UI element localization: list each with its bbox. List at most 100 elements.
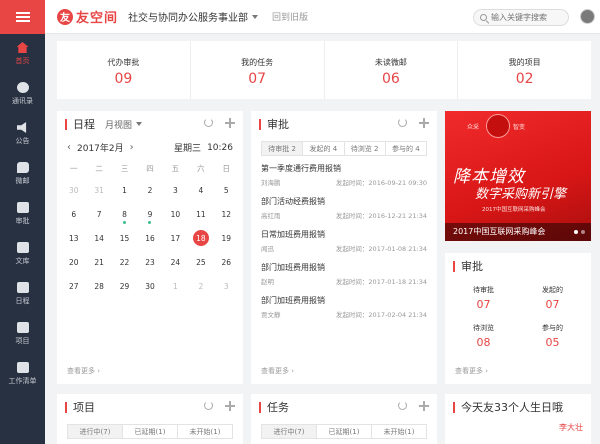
banner-caption: 2017中国互联网采购峰会 <box>445 223 591 241</box>
department-selector[interactable]: 社交与协同办公服务事业部 <box>128 9 259 24</box>
summary-more-link[interactable]: 查看更多 › <box>455 366 488 376</box>
promo-banner[interactable]: 众采 智变 降本增效 数字采购新引擎 2017中国互联网采购峰会 2017中国互… <box>445 111 591 241</box>
refresh-icon[interactable] <box>204 118 213 127</box>
calendar-day[interactable]: 31 <box>86 178 111 202</box>
add-icon[interactable] <box>225 401 235 411</box>
stat-pending-approval[interactable]: 代办审批 09 <box>57 41 191 99</box>
calendar-day[interactable]: 30 <box>137 274 162 298</box>
stat-unread-mail[interactable]: 未读微邮 06 <box>325 41 459 99</box>
sidebar-item-schedule[interactable]: 日程 <box>0 274 45 314</box>
list-item[interactable]: 部门活动经费报销 高红雨 发起时间：2016-12-21 21:34 <box>251 189 437 222</box>
avatar[interactable] <box>580 9 595 24</box>
carousel-dot[interactable] <box>574 230 578 234</box>
stat-my-projects[interactable]: 我的项目 02 <box>458 41 591 99</box>
summary-participated[interactable]: 参与的 05 <box>518 323 587 361</box>
logo-mark-icon: 友 <box>57 8 73 25</box>
logo[interactable]: 友 友空间 <box>57 7 118 26</box>
sidebar-item-approval[interactable]: 审批 <box>0 194 45 234</box>
calendar-day[interactable]: 24 <box>163 250 188 274</box>
list-item[interactable]: 部门加班费用报销 贾文静 发起时间：2017-02-04 21:34 <box>251 288 437 321</box>
calendar-more-link[interactable]: 查看更多 › <box>67 366 100 376</box>
tab-pending[interactable]: 待审批 2 <box>261 141 304 156</box>
calendar-day[interactable]: 30 <box>61 178 86 202</box>
list-item[interactable]: 日常加班费用报销 闻迅 发起时间：2017-01-08 21:34 <box>251 222 437 255</box>
list-item[interactable]: 部门加班费用报销 赵明 发起时间：2017-01-18 21:34 <box>251 255 437 288</box>
tab-delayed[interactable]: 已延期(1) <box>123 424 178 439</box>
tab-in-progress[interactable]: 进行中(7) <box>261 424 317 439</box>
search-box[interactable] <box>473 9 569 26</box>
calendar-day[interactable]: 20 <box>61 250 86 274</box>
calendar-day-today[interactable]: 18 <box>188 226 213 250</box>
calendar-day[interactable]: 16 <box>137 226 162 250</box>
sidebar-item-contacts[interactable]: 通讯录 <box>0 74 45 114</box>
add-icon[interactable] <box>225 118 235 128</box>
calendar-day[interactable]: 22 <box>112 250 137 274</box>
item-time: 发起时间：2017-02-04 21:34 <box>335 311 427 319</box>
calendar-day[interactable]: 3 <box>163 178 188 202</box>
tab-delayed[interactable]: 已延期(1) <box>317 424 372 439</box>
sidebar-item-mail[interactable]: 微邮 <box>0 154 45 194</box>
tab-not-started[interactable]: 未开始(1) <box>372 424 427 439</box>
tab-in-progress[interactable]: 进行中(7) <box>67 424 123 439</box>
list-item[interactable]: 第一季度通行费用报销 刘海鹏 发起时间：2016-09-21 09:30 <box>251 156 437 189</box>
summary-to-browse[interactable]: 待浏览 08 <box>449 323 518 361</box>
calendar-day[interactable]: 3 <box>214 274 239 298</box>
back-to-old-link[interactable]: 回到旧版 <box>272 10 308 23</box>
calendar-day[interactable]: 2 <box>137 178 162 202</box>
calendar-day[interactable]: 2 <box>188 274 213 298</box>
worklist-icon <box>16 362 29 373</box>
stat-my-tasks[interactable]: 我的任务 07 <box>191 41 325 99</box>
next-month-button[interactable]: › <box>130 142 134 153</box>
add-icon[interactable] <box>419 118 429 128</box>
calendar-day[interactable]: 1 <box>112 178 137 202</box>
carousel-dot[interactable] <box>581 230 585 234</box>
sidebar-item-library[interactable]: 文库 <box>0 234 45 274</box>
sidebar-item-projects[interactable]: 项目 <box>0 314 45 354</box>
calendar-day[interactable]: 6 <box>61 202 86 226</box>
add-icon[interactable] <box>419 401 429 411</box>
calendar-day[interactable]: 12 <box>214 202 239 226</box>
tab-to-browse[interactable]: 待浏览 2 <box>344 141 386 156</box>
calendar-day[interactable]: 23 <box>137 250 162 274</box>
calendar-day[interactable]: 4 <box>188 178 213 202</box>
prev-month-button[interactable]: ‹ <box>67 142 71 153</box>
calendar-day[interactable]: 17 <box>163 226 188 250</box>
menu-toggle-button[interactable] <box>0 0 45 34</box>
calendar-day[interactable]: 5 <box>214 178 239 202</box>
calendar-day[interactable]: 29 <box>112 274 137 298</box>
refresh-icon[interactable] <box>398 401 407 410</box>
tab-participated[interactable]: 参与的 4 <box>385 141 427 156</box>
sidebar-item-worklist[interactable]: 工作清单 <box>0 354 45 394</box>
view-selector[interactable]: 月视图 <box>105 118 143 131</box>
calendar-day[interactable]: 26 <box>214 250 239 274</box>
calendar-day[interactable]: 25 <box>188 250 213 274</box>
calendar-day[interactable]: 13 <box>61 226 86 250</box>
calendar-day[interactable]: 10 <box>163 202 188 226</box>
refresh-icon[interactable] <box>398 118 407 127</box>
summary-initiated[interactable]: 发起的 07 <box>518 285 587 323</box>
calendar-day[interactable]: 19 <box>214 226 239 250</box>
refresh-icon[interactable] <box>204 401 213 410</box>
calendar-day[interactable]: 7 <box>86 202 111 226</box>
tab-not-started[interactable]: 未开始(1) <box>178 424 233 439</box>
search-input[interactable] <box>491 13 567 22</box>
summary-pending[interactable]: 待审批 07 <box>449 285 518 323</box>
calendar-day[interactable]: 9 <box>137 202 162 226</box>
tab-initiated[interactable]: 发起的 4 <box>303 141 345 156</box>
calendar-day[interactable]: 8 <box>112 202 137 226</box>
sidebar-item-home[interactable]: 首页 <box>0 34 45 74</box>
calendar-day[interactable]: 15 <box>112 226 137 250</box>
calendar-grid: 一二三四五六日 30 31 1 2 3 4 5 6 7 8 9 10 11 12 13 14 15 16 17 18 19… <box>57 154 243 298</box>
view-label: 月视图 <box>105 120 133 131</box>
birthday-person[interactable]: 李大壮 <box>559 422 583 433</box>
calendar-day[interactable]: 21 <box>86 250 111 274</box>
item-meta: 闻迅 发起时间：2017-01-08 21:34 <box>261 243 427 253</box>
calendar-day[interactable]: 14 <box>86 226 111 250</box>
calendar-day[interactable]: 1 <box>163 274 188 298</box>
calendar-day-number: 6 <box>71 209 77 219</box>
calendar-day[interactable]: 28 <box>86 274 111 298</box>
sidebar-item-announcements[interactable]: 公告 <box>0 114 45 154</box>
calendar-day[interactable]: 27 <box>61 274 86 298</box>
approval-more-link[interactable]: 查看更多 › <box>261 366 294 376</box>
calendar-day[interactable]: 11 <box>188 202 213 226</box>
